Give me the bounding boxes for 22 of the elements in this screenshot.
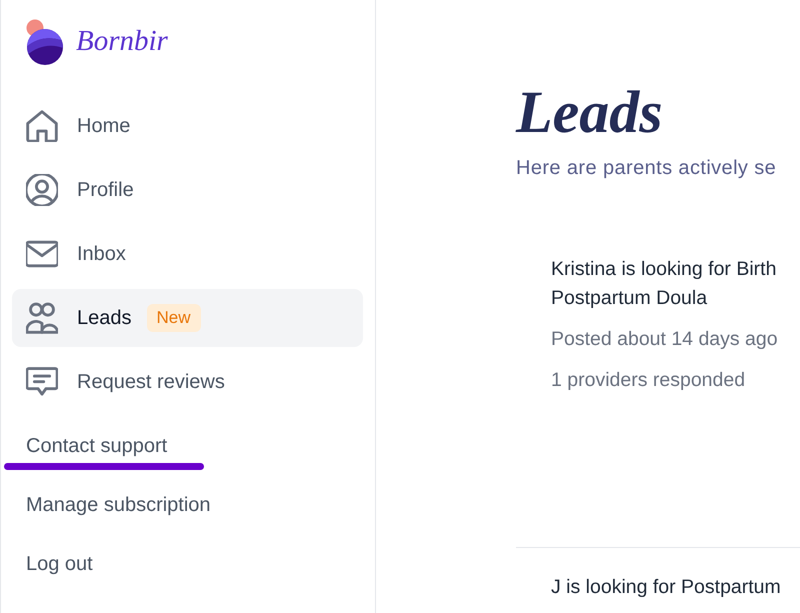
nav-item[interactable]: Inbox (12, 225, 363, 283)
response-count: 1 providers responded (551, 368, 746, 392)
nav-item[interactable]: Home (12, 97, 363, 155)
nav-item[interactable]: Profile (12, 161, 363, 219)
page-title: Leads (516, 78, 664, 147)
page-subtitle: Here are parents actively se (516, 156, 778, 180)
posted-time: Posted about 14 days ago (551, 327, 779, 351)
sidebar-link[interactable]: Contact support (26, 434, 168, 458)
people-icon (26, 302, 58, 334)
chat-bubble-icon (26, 366, 58, 398)
nav-item[interactable]: Request reviews (12, 353, 363, 411)
sidebar-link[interactable]: Manage subscription (26, 493, 211, 517)
nav-item[interactable]: Leads New (12, 289, 363, 347)
new-badge: New (146, 304, 201, 332)
lead-title: Kristina is looking for Birth Postpartum Doula (551, 257, 778, 311)
logo-icon (24, 18, 64, 66)
lead-title: J is looking for Postpartum (551, 575, 782, 600)
profile-icon (26, 174, 58, 206)
home-icon (26, 110, 58, 142)
envelope-icon (26, 238, 58, 270)
brand-name: Bornbir (76, 25, 168, 58)
sidebar-link[interactable]: Log out (26, 552, 93, 576)
